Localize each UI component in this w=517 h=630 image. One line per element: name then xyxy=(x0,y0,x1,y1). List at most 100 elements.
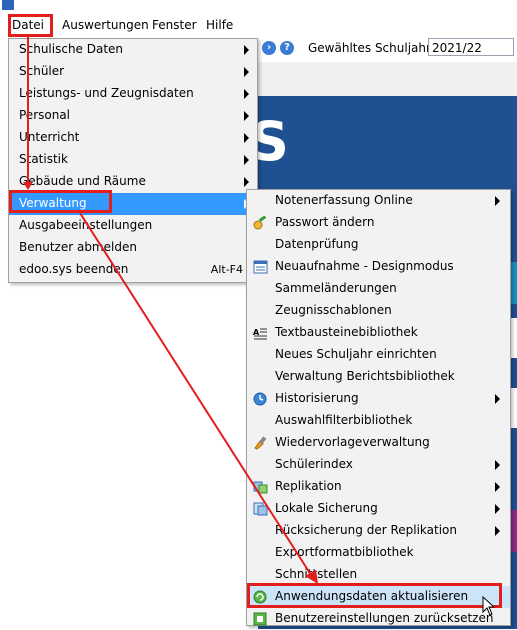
help-icon[interactable]: ? xyxy=(280,41,294,55)
submenu-item-sammelaenderungen[interactable]: Sammeländerungen xyxy=(247,278,510,300)
submenu-item-passwort[interactable]: Passwort ändern xyxy=(247,212,510,234)
menu-item-schueler[interactable]: Schüler xyxy=(9,61,257,83)
menu-bar: Datei Auswertungen Fenster Hilfe xyxy=(0,14,517,38)
submenu-item-label: Benutzereinstellungen zurücksetzen xyxy=(275,611,494,625)
menu-item-label: Verwaltung xyxy=(19,196,87,210)
submenu-item-neues-schuljahr[interactable]: Neues Schuljahr einrichten xyxy=(247,344,510,366)
menu-fenster[interactable]: Fenster xyxy=(152,18,197,32)
submenu-item-label: Passwort ändern xyxy=(275,215,375,229)
submenu-item-label: Auswahlfilterbibliothek xyxy=(275,413,413,427)
submenu-item-datenpruefung[interactable]: Datenprüfung xyxy=(247,234,510,256)
text-block-icon: A xyxy=(253,328,267,340)
clock-icon xyxy=(253,392,267,406)
datei-menu: Schulische Daten Schüler Leistungs- und … xyxy=(8,38,258,283)
menu-item-label: Schulische Daten xyxy=(19,42,124,56)
menu-item-label: Leistungs- und Zeugnisdaten xyxy=(19,86,194,100)
replication-icon xyxy=(253,481,268,494)
submenu-item-exportformat[interactable]: Exportformatbibliothek xyxy=(247,542,510,564)
menu-auswertungen[interactable]: Auswertungen xyxy=(62,18,149,32)
submenu-item-label: Schnittstellen xyxy=(275,567,358,581)
submenu-item-anwendungsdaten[interactable]: Anwendungsdaten aktualisieren xyxy=(247,586,510,608)
reset-settings-icon xyxy=(253,612,267,626)
form-icon xyxy=(253,260,268,274)
submenu-item-label: Neues Schuljahr einrichten xyxy=(275,347,437,361)
submenu-item-label: Replikation xyxy=(275,479,342,493)
menu-hilfe[interactable]: Hilfe xyxy=(206,18,233,32)
submenu-arrow-icon xyxy=(495,482,500,492)
school-year-select[interactable]: 2021/22 xyxy=(428,38,514,56)
submenu-item-label: Sammeländerungen xyxy=(275,281,397,295)
submenu-item-label: Verwaltung Berichtsbibliothek xyxy=(275,369,455,383)
menu-item-label: Gebäude und Räume xyxy=(19,174,146,188)
menu-item-label: Benutzer abmelden xyxy=(19,240,137,254)
submenu-item-notenerfassung[interactable]: Notenerfassung Online xyxy=(247,190,510,212)
menu-item-ausgabeeinstellungen[interactable]: Ausgabeeinstellungen xyxy=(9,215,257,237)
app-icon xyxy=(2,0,14,10)
submenu-item-label: Textbausteinebibliothek xyxy=(275,325,418,339)
submenu-item-label: Zeugnisschablonen xyxy=(275,303,392,317)
submenu-item-historisierung[interactable]: Historisierung xyxy=(247,388,510,410)
submenu-arrow-icon xyxy=(244,89,249,99)
menu-datei[interactable]: Datei xyxy=(12,18,44,32)
menu-item-leistungsdaten[interactable]: Leistungs- und Zeugnisdaten xyxy=(9,83,257,105)
submenu-item-replikation[interactable]: Replikation xyxy=(247,476,510,498)
nav-icon[interactable]: › xyxy=(262,41,276,55)
submenu-item-wiedervorlage[interactable]: Wiedervorlageverwaltung xyxy=(247,432,510,454)
key-icon xyxy=(253,216,267,230)
submenu-item-label: Rücksicherung der Replikation xyxy=(275,523,457,537)
submenu-arrow-icon xyxy=(244,133,249,143)
shortcut-label: Alt-F4 xyxy=(210,263,243,276)
menu-item-label: Schüler xyxy=(19,64,65,78)
menu-item-label: Personal xyxy=(19,108,71,122)
menu-item-verwaltung[interactable]: Verwaltung xyxy=(9,193,257,215)
submenu-item-berichtsbibliothek[interactable]: Verwaltung Berichtsbibliothek xyxy=(247,366,510,388)
menu-item-statistik[interactable]: Statistik xyxy=(9,149,257,171)
submenu-item-schnittstellen[interactable]: Schnittstellen xyxy=(247,564,510,586)
submenu-item-benutzereinstellungen[interactable]: Benutzereinstellungen zurücksetzen xyxy=(247,608,510,630)
menu-item-personal[interactable]: Personal xyxy=(9,105,257,127)
submenu-item-label: Anwendungsdaten aktualisieren xyxy=(275,589,469,603)
verwaltung-submenu: Notenerfassung Online Passwort ändern Da… xyxy=(246,189,511,626)
submenu-arrow-icon xyxy=(495,526,500,536)
submenu-item-lokale-sicherung[interactable]: Lokale Sicherung xyxy=(247,498,510,520)
submenu-arrow-icon xyxy=(244,177,249,187)
menu-item-beenden[interactable]: edoo.sys beenden Alt-F4 xyxy=(9,259,257,281)
submenu-arrow-icon xyxy=(495,394,500,404)
backup-icon xyxy=(253,502,268,516)
submenu-item-neuaufnahme[interactable]: Neuaufnahme - Designmodus xyxy=(247,256,510,278)
menu-item-label: Unterricht xyxy=(19,130,80,144)
submenu-item-schuelerindex[interactable]: Schülerindex xyxy=(247,454,510,476)
submenu-arrow-icon xyxy=(244,111,249,121)
submenu-item-label: Exportformatbibliothek xyxy=(275,545,414,559)
toolbar: › ? Gewähltes Schuljahr 2021/22 xyxy=(258,38,517,60)
submenu-item-zeugnisschablonen[interactable]: Zeugnisschablonen xyxy=(247,300,510,322)
submenu-item-ruecksicherung[interactable]: Rücksicherung der Replikation xyxy=(247,520,510,542)
menu-item-unterricht[interactable]: Unterricht xyxy=(9,127,257,149)
submenu-item-label: Wiedervorlageverwaltung xyxy=(275,435,430,449)
brush-icon xyxy=(254,436,267,450)
submenu-item-label: Schülerindex xyxy=(275,457,353,471)
school-year-label: Gewähltes Schuljahr xyxy=(308,41,431,55)
submenu-item-auswahlfilter[interactable]: Auswahlfilterbibliothek xyxy=(247,410,510,432)
menu-item-label: Ausgabeeinstellungen xyxy=(19,218,153,232)
submenu-item-label: Notenerfassung Online xyxy=(275,193,413,207)
submenu-arrow-icon xyxy=(495,460,500,470)
menu-item-gebaeude[interactable]: Gebäude und Räume xyxy=(9,171,257,193)
title-bar xyxy=(0,0,517,14)
menu-item-schulische-daten[interactable]: Schulische Daten xyxy=(9,39,257,61)
tab-strip xyxy=(258,62,517,97)
submenu-item-label: Lokale Sicherung xyxy=(275,501,378,515)
menu-item-benutzer-abmelden[interactable]: Benutzer abmelden xyxy=(9,237,257,259)
submenu-arrow-icon xyxy=(495,196,500,206)
submenu-item-textbausteine[interactable]: A Textbausteinebibliothek xyxy=(247,322,510,344)
menu-item-label: Statistik xyxy=(19,152,68,166)
submenu-item-label: Historisierung xyxy=(275,391,359,405)
submenu-arrow-icon xyxy=(495,504,500,514)
submenu-arrow-icon xyxy=(244,155,249,165)
submenu-item-label: Datenprüfung xyxy=(275,237,359,251)
mouse-cursor-icon xyxy=(482,596,496,616)
refresh-icon xyxy=(253,590,267,604)
submenu-arrow-icon xyxy=(244,45,249,55)
submenu-item-label: Neuaufnahme - Designmodus xyxy=(275,259,454,273)
menu-item-label: edoo.sys beenden xyxy=(19,262,129,276)
